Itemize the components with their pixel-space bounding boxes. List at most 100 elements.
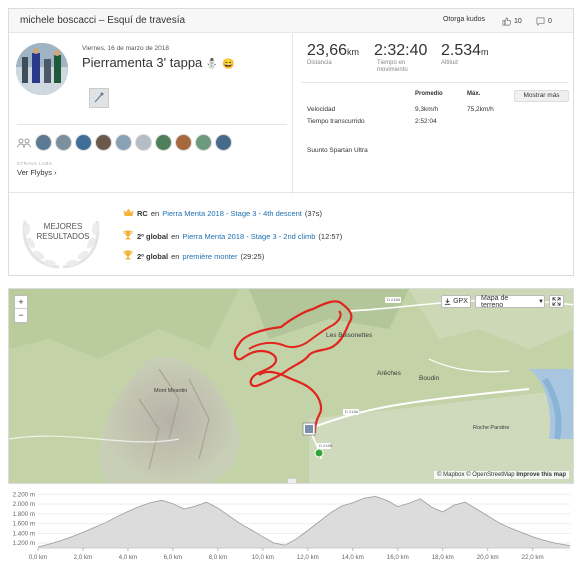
x-tick-label: 4,0 km [119,554,138,561]
y-tick-label: 2.200 m [13,491,35,498]
activity-photo-thumbnail[interactable] [89,88,109,108]
x-tick-label: 14,0 km [342,554,364,561]
athlete-avatar[interactable] [155,134,172,151]
athlete-avatar[interactable] [95,134,112,151]
zoom-control: + − [14,295,28,323]
thumbs-up-icon [502,17,511,25]
map-canvas[interactable] [9,289,574,484]
zoom-out-button[interactable]: − [15,309,27,322]
y-tick-label: 1.600 m [13,521,35,528]
segment-link[interactable]: première monter [182,252,237,261]
y-tick-label: 1.200 m [13,540,35,547]
achievement-item: RC en Pierra Menta 2018 - Stage 3 - 4th … [123,208,322,219]
achievement-item: 2º global en Pierra Menta 2018 - Stage 3… [123,230,342,242]
group-athletes-list [35,134,232,151]
map-place-label: Roche Parstire [473,425,510,431]
map-resize-handle[interactable] [287,478,297,483]
stat-elevation: 2.534m Altitud [441,42,489,67]
athlete-avatar[interactable] [135,134,152,151]
achievement-time: (29:25) [240,251,265,261]
attribution-mapbox[interactable]: © Mapbox [437,472,464,478]
segment-link[interactable]: Pierra Menta 2018 - Stage 3 - 2nd climb [182,232,315,241]
speed-label: Velocidad [307,106,336,113]
stat-distance: 23,66km Distancia [307,42,359,67]
fullscreen-button[interactable] [549,295,564,308]
map-type-select[interactable]: Mapa de terreno ▼ [475,294,545,309]
moving-time-label-1: Tiempo en [377,60,406,66]
map-type-value: Mapa de terreno [481,294,509,309]
elevation-value: 2.534 [441,42,482,59]
segment-link[interactable]: Pierra Menta 2018 - Stage 3 - 4th descen… [162,209,302,218]
x-tick-label: 20,0 km [477,554,499,561]
trophy-icon [123,250,137,262]
activity-card: michele boscacci – Esquí de travesía Oto… [8,8,575,276]
zoom-in-button[interactable]: + [15,296,27,309]
x-tick-label: 22,0 km [522,554,544,561]
athlete-avatar[interactable] [16,43,68,95]
moving-time-value: 2:32:40 [374,42,428,59]
map-place-label: Arêches [377,370,401,377]
x-tick-label: 12,0 km [297,554,319,561]
route-map[interactable]: Les Boisonettes Arêches Boudin Roche Par… [8,288,574,484]
group-activity-icon [17,138,31,148]
x-tick-label: 0,0 km [29,554,48,561]
view-flybys-link[interactable]: Ver Flybys › [17,168,57,177]
road-label: D 218A [345,409,359,414]
elapsed-time-value: 2:52:04 [415,118,437,125]
gpx-download-button[interactable]: GPX [441,295,471,308]
give-kudos-label[interactable]: Otorga kudos [443,16,485,23]
athlete-avatar[interactable] [55,134,72,151]
gpx-label: GPX [453,298,468,305]
elevation-unit: m [481,47,489,57]
col-average-header: Promedio [415,91,443,97]
elapsed-time-label: Tiempo transcurrido [307,118,365,125]
device-name: Suunto Spartan Ultra [307,147,368,154]
activity-header-title[interactable]: michele boscacci – Esquí de travesía [20,15,185,26]
achievement-rank: RC [137,209,148,218]
x-tick-label: 8,0 km [209,554,228,561]
achievement-preposition: en [150,209,160,218]
comment-icon [536,17,545,26]
achievement-time: (12:57) [318,231,343,241]
athlete-avatar[interactable] [75,134,92,151]
distance-label: Distancia [307,60,332,66]
athlete-avatar[interactable] [195,134,212,151]
divider [301,82,569,83]
moving-time-label-2: movimiento [377,67,408,73]
stat-moving-time: 2:32:40 Tiempo en movimiento [374,42,427,74]
speed-average: 9,3km/h [415,106,439,113]
athlete-avatar[interactable] [35,134,52,151]
best-efforts-title-line-2: RESULTADOS [36,232,90,241]
activity-date: Viernes, 16 de marzo de 2018 [82,45,169,52]
athlete-avatar[interactable] [175,134,192,151]
best-efforts-title: MEJORES RESULTADOS [33,222,93,242]
achievement-preposition: en [171,251,180,261]
achievement-rank: 2º global [137,251,169,261]
show-more-button[interactable]: Mostrar más [514,90,569,102]
improve-map-link[interactable]: Improve this map [516,472,566,478]
crown-icon [123,208,137,219]
activity-title[interactable]: Pierramenta 3' tappa ⛄ 😄 [82,55,234,70]
download-icon [444,298,451,305]
map-place-label: Les Boisonettes [326,332,373,339]
best-efforts-section: MEJORES RESULTADOS RC en Pierra Menta 20… [9,192,575,276]
activity-name: Pierramenta 3' tappa [82,55,203,70]
strava-labs-label: STRAVA LABS [17,161,53,166]
elevation-chart[interactable]: 2.200 m 2.000 m 1.800 m 1.600 m 1.400 m 1.200… [8,488,574,570]
y-tick-label: 2.000 m [13,501,35,508]
x-tick-label: 10,0 km [252,554,274,561]
activity-header: michele boscacci – Esquí de travesía Oto… [9,9,573,33]
map-place-label: Boudin [419,375,440,382]
emoji-snowman: ⛄ [205,59,219,70]
athlete-avatar[interactable] [115,134,132,151]
kudos-button[interactable]: 10 [502,13,522,29]
x-tick-label: 2,0 km [74,554,93,561]
elevation-profile[interactable]: 2.200 m 2.000 m 1.800 m 1.600 m 1.400 m 1.200… [8,488,574,570]
emoji-smile: 😄 [221,59,235,70]
athlete-avatar[interactable] [215,134,232,151]
attribution-osm[interactable]: © OpenStreetMap [466,472,514,478]
road-label: D 218A [387,297,401,302]
achievement-preposition: en [171,231,180,241]
comments-button[interactable]: 0 [536,13,552,29]
distance-unit: km [347,47,360,57]
